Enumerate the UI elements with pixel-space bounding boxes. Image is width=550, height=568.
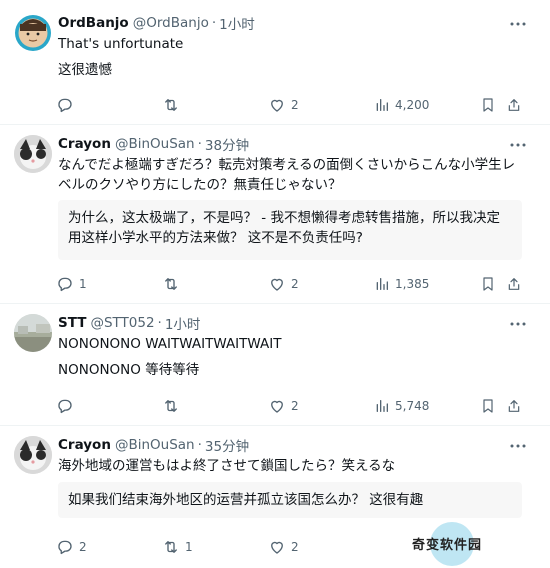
timestamp[interactable]: 1小时 bbox=[219, 13, 255, 33]
share-icon bbox=[508, 99, 520, 111]
views-icon bbox=[376, 99, 388, 111]
display-name[interactable]: OrdBanjo bbox=[58, 15, 129, 31]
views-count: 4,200 bbox=[395, 98, 430, 112]
bookmark-icon bbox=[483, 277, 493, 291]
like-button[interactable]: 2 bbox=[268, 273, 299, 295]
avatar[interactable] bbox=[14, 314, 52, 352]
repost-button[interactable] bbox=[162, 395, 185, 417]
bookmark-icon bbox=[483, 399, 493, 413]
like-button[interactable]: 2 bbox=[268, 536, 299, 558]
post-text: 海外地域の運営もはよ終了させて鎖国したら？笑えるな bbox=[58, 458, 396, 474]
timestamp[interactable]: 38分钟 bbox=[205, 134, 249, 154]
reply-count: 2 bbox=[79, 540, 87, 554]
post-header: Crayon @BinOuSan · 38分钟 bbox=[58, 134, 249, 154]
more-icon[interactable] bbox=[508, 135, 528, 155]
reply-icon bbox=[58, 399, 72, 414]
timestamp[interactable]: 35分钟 bbox=[205, 435, 249, 455]
reply-button[interactable]: 1 bbox=[56, 273, 87, 295]
post-1[interactable]: OrdBanjo @OrdBanjo · 1小时 That's unfortun… bbox=[0, 0, 550, 124]
bookmark-button[interactable] bbox=[480, 273, 496, 295]
like-count: 2 bbox=[291, 98, 299, 112]
reply-button[interactable] bbox=[56, 94, 79, 116]
avatar[interactable] bbox=[14, 14, 52, 52]
views-icon bbox=[376, 400, 388, 412]
views-button[interactable]: 1,385 bbox=[374, 273, 429, 295]
post-header: OrdBanjo @OrdBanjo · 1小时 bbox=[58, 13, 255, 33]
share-icon bbox=[508, 278, 520, 290]
action-bar: 2 5,748 bbox=[56, 395, 526, 417]
avatar-image bbox=[14, 436, 52, 474]
avatar[interactable] bbox=[14, 436, 52, 474]
post-text: That's unfortunate bbox=[58, 36, 184, 52]
separator-dot: · bbox=[211, 15, 217, 31]
like-button[interactable]: 2 bbox=[268, 395, 299, 417]
more-icon[interactable] bbox=[508, 14, 528, 34]
bookmark-button[interactable] bbox=[480, 395, 496, 417]
repost-count: 1 bbox=[185, 540, 193, 554]
avatar-image bbox=[14, 314, 52, 352]
reply-icon bbox=[58, 540, 72, 555]
repost-button[interactable] bbox=[162, 273, 185, 295]
post-translation: NONONONO 等待等待 bbox=[58, 362, 200, 378]
repost-icon bbox=[165, 541, 177, 553]
post-3[interactable]: STT @STT052 · 1小时 NONONONO WAITWAITWAITW… bbox=[0, 304, 550, 424]
share-button[interactable] bbox=[506, 395, 522, 417]
heart-icon bbox=[271, 278, 283, 291]
reply-button[interactable] bbox=[56, 395, 79, 417]
reply-count: 1 bbox=[79, 277, 87, 291]
timestamp[interactable]: 1小时 bbox=[165, 313, 201, 333]
action-bar: 2 4,200 bbox=[56, 94, 526, 116]
share-icon bbox=[508, 400, 520, 412]
more-icon[interactable] bbox=[508, 314, 528, 334]
separator-dot: · bbox=[197, 437, 202, 453]
heart-icon bbox=[271, 541, 283, 554]
views-icon bbox=[376, 278, 388, 290]
like-count: 2 bbox=[291, 399, 299, 413]
views-button[interactable]: 4,200 bbox=[374, 94, 429, 116]
translation-box: 为什么，这太极端了，不是吗？ - 我不想懒得考虑转售措施，所以我决定用这样小学水… bbox=[58, 200, 522, 260]
heart-icon bbox=[271, 99, 283, 112]
views-count: 5,748 bbox=[395, 399, 430, 413]
post-header: Crayon @BinOuSan · 35分钟 bbox=[58, 435, 249, 455]
post-2[interactable]: Crayon @BinOuSan · 38分钟 なんでだよ極端すぎだろ？転売対策… bbox=[0, 125, 550, 302]
repost-button[interactable]: 1 bbox=[162, 536, 193, 558]
repost-button[interactable] bbox=[162, 94, 185, 116]
like-button[interactable]: 2 bbox=[268, 94, 299, 116]
more-icon[interactable] bbox=[508, 436, 528, 456]
repost-icon bbox=[165, 99, 177, 111]
post-translation: 这很遗憾 bbox=[58, 62, 112, 78]
views-count: 1,385 bbox=[395, 277, 430, 291]
translation-box: 如果我们结束海外地区的运营并孤立该国怎么办？ 这很有趣 bbox=[58, 482, 522, 518]
repost-icon bbox=[165, 278, 177, 290]
bookmark-icon bbox=[483, 98, 493, 112]
separator-dot: · bbox=[197, 136, 202, 152]
action-bar: 1 2 1,385 bbox=[56, 273, 526, 295]
post-text: なんでだよ極端すぎだろ？転売対策考えるの面倒くさいからこんな小学生レベルのクソや… bbox=[58, 157, 516, 193]
share-button[interactable] bbox=[506, 94, 522, 116]
user-handle[interactable]: @OrdBanjo bbox=[133, 15, 209, 31]
bookmark-button[interactable] bbox=[480, 94, 496, 116]
user-handle[interactable]: @STT052 bbox=[90, 315, 154, 331]
post-header: STT @STT052 · 1小时 bbox=[58, 313, 200, 333]
repost-icon bbox=[165, 400, 177, 412]
watermark-text: 奇变软件园 bbox=[412, 538, 483, 553]
display-name[interactable]: Crayon bbox=[58, 136, 111, 152]
user-handle[interactable]: @BinOuSan bbox=[115, 437, 195, 453]
avatar-image bbox=[14, 135, 52, 173]
user-handle[interactable]: @BinOuSan bbox=[115, 136, 195, 152]
like-count: 2 bbox=[291, 540, 299, 554]
reply-icon bbox=[58, 277, 72, 292]
display-name[interactable]: STT bbox=[58, 315, 86, 331]
separator-dot: · bbox=[157, 315, 162, 331]
like-count: 2 bbox=[291, 277, 299, 291]
reply-button[interactable]: 2 bbox=[56, 536, 87, 558]
post-text: NONONONO WAITWAITWAITWAIT bbox=[58, 336, 282, 352]
share-button[interactable] bbox=[506, 273, 522, 295]
display-name[interactable]: Crayon bbox=[58, 437, 111, 453]
avatar[interactable] bbox=[14, 135, 52, 173]
reply-icon bbox=[58, 98, 72, 113]
avatar-image bbox=[15, 15, 51, 51]
views-button[interactable]: 5,748 bbox=[374, 395, 429, 417]
heart-icon bbox=[271, 400, 283, 413]
